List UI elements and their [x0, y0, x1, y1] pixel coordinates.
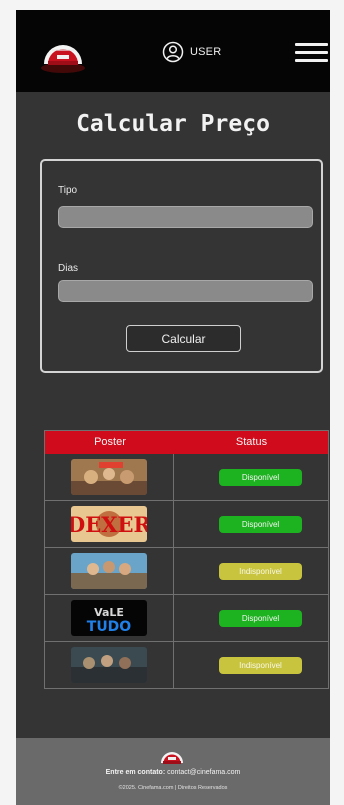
table-row[interactable]: Indisponível — [45, 548, 328, 595]
tipo-input[interactable] — [58, 206, 313, 228]
footer-contact: Entre em contato: contact@cinefama.com — [16, 769, 330, 776]
movie-poster-vale-tudo[interactable]: VaLE TUDO — [71, 600, 147, 636]
app-screen: USER Calcular Preço Tipo Dias Calcular P… — [16, 10, 330, 805]
table-row[interactable]: Indisponível — [45, 642, 328, 689]
svg-text:VaLE: VaLE — [94, 606, 124, 619]
status-badge: Indisponível — [219, 563, 302, 580]
svg-text:TUDO: TUDO — [87, 619, 132, 635]
user-menu[interactable]: USER — [162, 40, 221, 64]
tipo-label: Tipo — [58, 185, 78, 196]
status-badge: Disponível — [219, 516, 302, 533]
header-bar: USER — [16, 10, 330, 92]
user-icon — [162, 41, 184, 63]
contact-label: Entre em contato: — [105, 769, 166, 776]
dias-label: Dias — [58, 263, 79, 274]
contact-email-link[interactable]: contact@cinefama.com — [167, 769, 240, 776]
movie-poster-dexter[interactable]: DEXER — [71, 506, 147, 542]
hamburger-menu-icon[interactable] — [295, 43, 328, 63]
table-row[interactable]: DEXER Disponível — [45, 501, 328, 548]
calculate-button[interactable]: Calcular — [126, 325, 241, 352]
status-badge: Disponível — [219, 469, 302, 486]
status-badge: Indisponível — [219, 657, 302, 674]
svg-text:DEXER: DEXER — [71, 512, 147, 537]
footer-logo[interactable] — [159, 744, 185, 766]
movies-table: Poster Status Disponível DEXER Disponíve… — [44, 430, 329, 689]
status-column-header: Status — [235, 436, 268, 448]
movie-poster-5[interactable] — [71, 647, 147, 683]
price-form: Tipo Dias Calcular — [40, 159, 323, 373]
cinema-logo[interactable] — [38, 28, 88, 74]
dias-input[interactable] — [58, 280, 313, 302]
footer-copyright: ©2025. Cinefama.com | Direitos Reservado… — [118, 785, 228, 791]
table-row[interactable]: VaLE TUDO Disponível — [45, 595, 328, 642]
page-title: Calcular Preço — [76, 111, 270, 137]
table-header: Poster Status — [45, 431, 328, 454]
poster-column-header: Poster — [94, 436, 126, 448]
status-badge: Disponível — [219, 610, 302, 627]
movie-poster-3[interactable] — [71, 553, 147, 589]
table-row[interactable]: Disponível — [45, 454, 328, 501]
movie-poster-1[interactable] — [71, 459, 147, 495]
user-label: USER — [190, 46, 222, 58]
footer: Entre em contato: contact@cinefama.com ©… — [16, 738, 330, 805]
